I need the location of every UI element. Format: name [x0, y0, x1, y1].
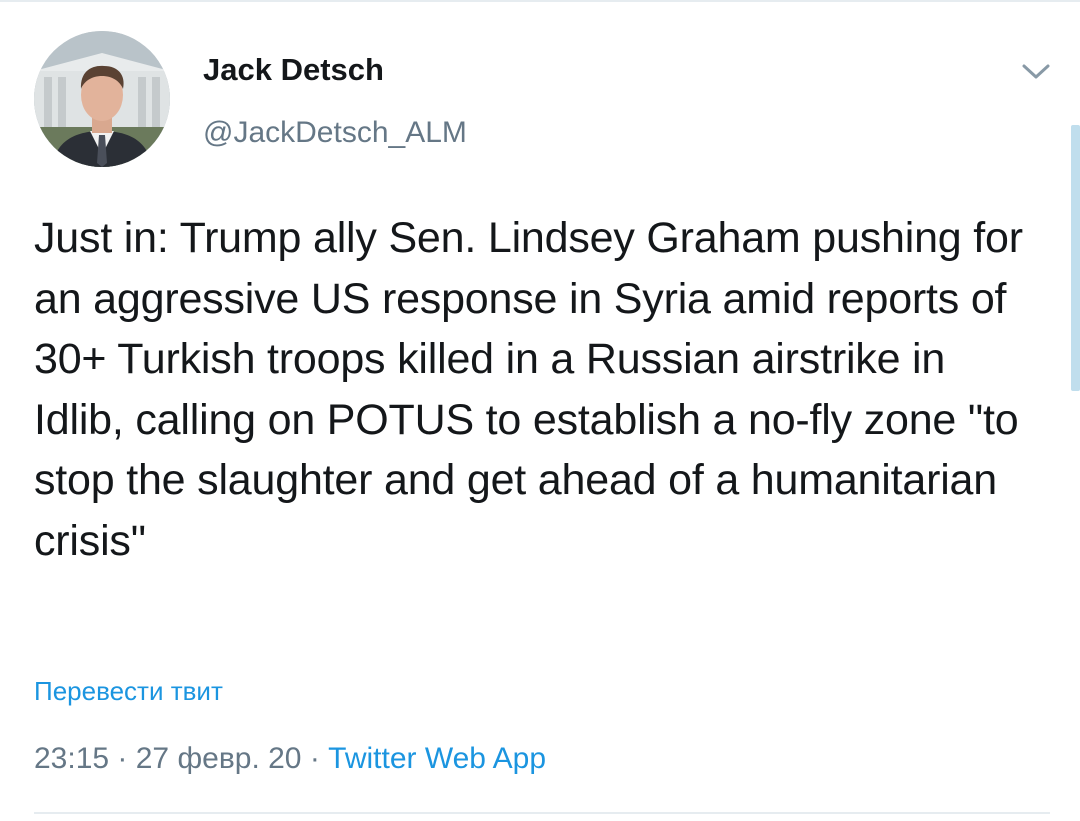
meta-separator: · [109, 742, 136, 775]
tweet-text: Just in: Trump ally Sen. Lindsey Graham … [34, 214, 1035, 565]
tweet-date[interactable]: 27 февр. 20 [136, 742, 302, 775]
chevron-down-icon[interactable] [1016, 56, 1056, 86]
tweet-time[interactable]: 23:15 [34, 742, 109, 775]
avatar[interactable] [34, 31, 170, 167]
author-handle[interactable]: @JackDetsch_ALM [203, 116, 467, 150]
scrollbar[interactable] [1071, 125, 1080, 391]
meta-separator: · [301, 742, 329, 775]
translate-tweet-link[interactable]: Перевести твит [34, 676, 223, 707]
avatar-photo [34, 31, 170, 167]
top-divider [0, 0, 1080, 2]
tweet-meta: 23:15 · 27 февр. 20 · Twitter Web App [34, 742, 546, 776]
bottom-divider [34, 812, 1050, 814]
author-name[interactable]: Jack Detsch [203, 52, 384, 88]
tweet-source-link[interactable]: Twitter Web App [328, 742, 546, 775]
